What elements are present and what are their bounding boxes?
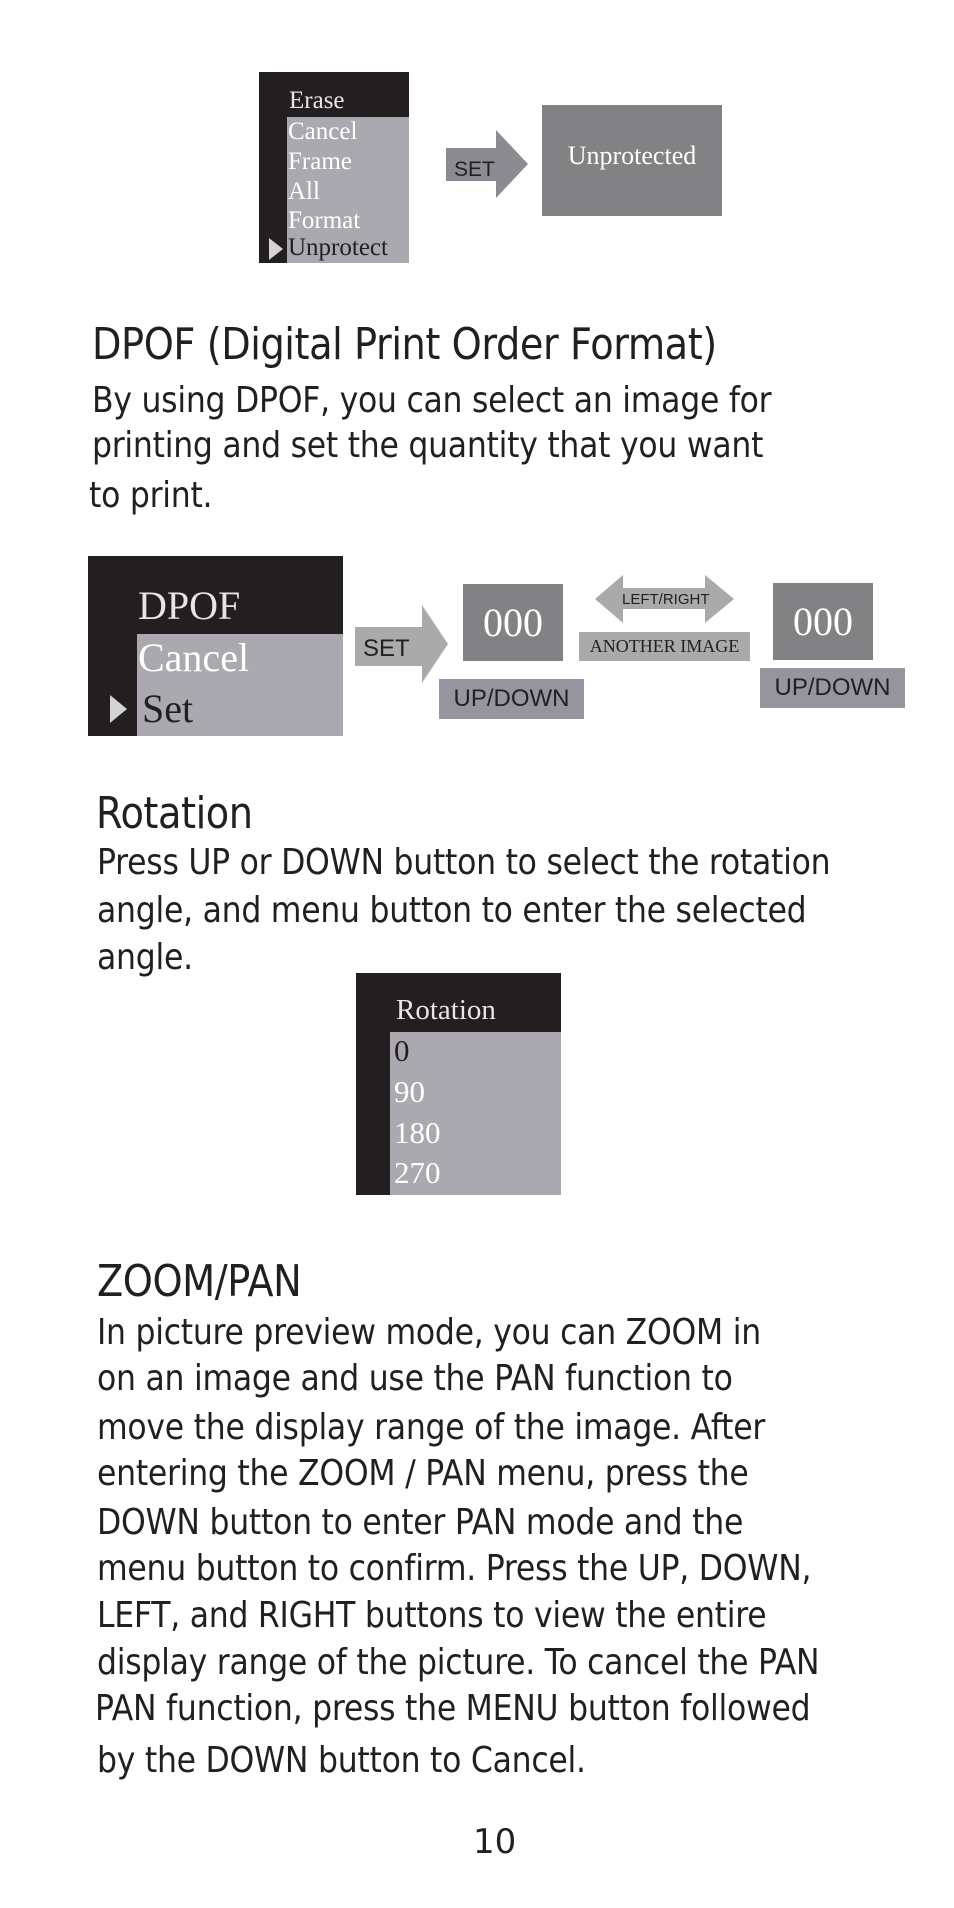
another-image-label: ANOTHER IMAGE: [589, 636, 740, 656]
dpof-body-line-3: to print.: [89, 475, 213, 516]
erase-menu-title: Erase: [289, 87, 345, 114]
zoom-pan-heading: ZOOM/PAN: [97, 1256, 302, 1307]
updown-label-right: UP/DOWN: [774, 674, 891, 701]
zoom-pan-body-line-6: menu button to confirm. Press the UP, DO…: [97, 1548, 812, 1589]
dpof-menu: DPOF Cancel Set: [88, 556, 343, 736]
rotation-body-line-2: angle, and menu button to enter the sele…: [97, 890, 807, 931]
rotation-body-line-1: Press UP or DOWN button to select the ro…: [97, 842, 831, 883]
dpof-set-arrow-label: SET: [363, 635, 410, 662]
quantity-box-left: 000: [463, 584, 563, 661]
dpof-heading: DPOF (Digital Print Order Format): [92, 319, 717, 370]
zoom-pan-body-line-7: LEFT, and RIGHT buttons to view the enti…: [97, 1595, 767, 1636]
rotation-menu-title: Rotation: [396, 994, 496, 1026]
erase-option-format[interactable]: Format: [288, 208, 360, 233]
zoom-pan-body-line-1: In picture preview mode, you can ZOOM in: [97, 1312, 761, 1353]
rotation-body-line-3: angle.: [97, 937, 193, 978]
dpof-body-line-1: By using DPOF, you can select an image f…: [92, 380, 772, 421]
rotation-menu: Rotation 0 90 180 270: [356, 973, 561, 1195]
rotation-option-270[interactable]: 270: [394, 1157, 441, 1188]
erase-option-cancel[interactable]: Cancel: [288, 119, 357, 144]
updown-label-left: UP/DOWN: [453, 685, 570, 712]
page-number: 10: [473, 1822, 517, 1862]
dpof-body-line-2: printing and set the quantity that you w…: [92, 425, 764, 466]
selection-pointer-icon: [110, 695, 127, 723]
zoom-pan-body-line-3: move the display range of the image. Aft…: [97, 1407, 766, 1448]
zoom-pan-body-line-5: DOWN button to enter PAN mode and the: [97, 1502, 744, 1543]
zoom-pan-body-line-8: display range of the picture. To cancel …: [97, 1642, 820, 1683]
unprotected-result-label: Unprotected: [567, 141, 697, 170]
quantity-box-right: 000: [773, 583, 873, 660]
updown-tag-right: UP/DOWN: [760, 668, 905, 708]
zoom-pan-body-line-10: by the DOWN button to Cancel.: [97, 1740, 586, 1781]
rotation-option-180[interactable]: 180: [394, 1117, 441, 1148]
rotation-option-0[interactable]: 0: [394, 1035, 410, 1066]
dpof-option-set[interactable]: Set: [142, 689, 193, 729]
zoom-pan-body-line-9: PAN function, press the MENU button foll…: [95, 1688, 811, 1729]
another-image-tag: ANOTHER IMAGE: [579, 632, 750, 661]
updown-tag-left: UP/DOWN: [439, 679, 584, 719]
dpof-option-cancel[interactable]: Cancel: [138, 638, 249, 678]
quantity-value-left: 000: [483, 600, 543, 645]
erase-menu: Erase Cancel Frame All Format Unprotect: [259, 72, 409, 263]
zoom-pan-body-line-2: on an image and use the PAN function to: [97, 1358, 733, 1399]
set-arrow-label: SET: [454, 158, 495, 181]
erase-option-unprotect[interactable]: Unprotect: [288, 235, 388, 260]
quantity-value-right: 000: [793, 599, 853, 644]
erase-option-all[interactable]: All: [288, 179, 320, 204]
left-right-label: LEFT/RIGHT: [622, 591, 710, 608]
rotation-option-90[interactable]: 90: [394, 1076, 425, 1107]
unprotected-result-box: Unprotected: [542, 105, 722, 216]
dpof-menu-title: DPOF: [138, 583, 241, 628]
erase-option-frame[interactable]: Frame: [288, 149, 352, 174]
selection-pointer-icon: [269, 238, 283, 260]
zoom-pan-body-line-4: entering the ZOOM / PAN menu, press the: [97, 1453, 749, 1494]
rotation-heading: Rotation: [96, 788, 253, 839]
